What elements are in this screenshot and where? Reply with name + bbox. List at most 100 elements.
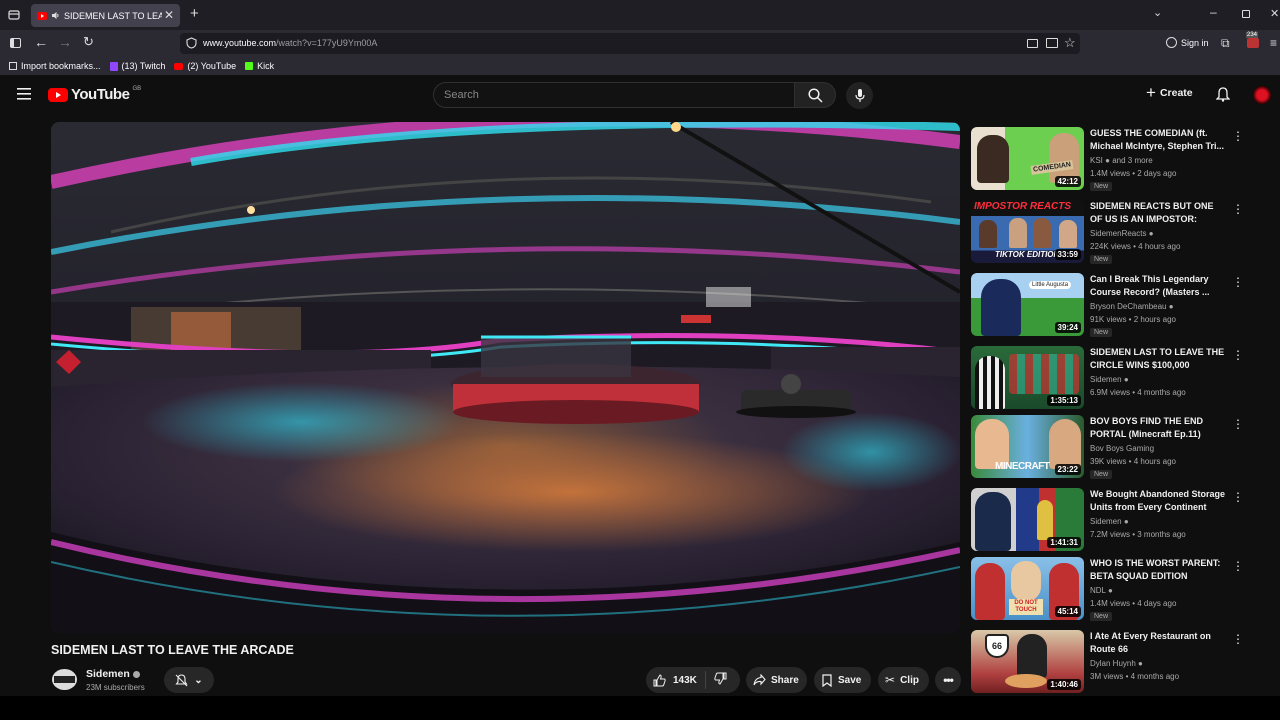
video-thumbnail[interactable]: COMEDIAN 42:12 bbox=[971, 127, 1084, 190]
more-vertical-icon[interactable]: ⋮ bbox=[1232, 559, 1244, 573]
new-tab-icon[interactable]: + bbox=[190, 5, 199, 22]
video-thumbnail[interactable]: 1:35:13 bbox=[971, 346, 1084, 409]
recommendation-title[interactable]: GUESS THE COMEDIAN (ft. Michael McIntyre… bbox=[1090, 127, 1225, 153]
channel-label: KSI bbox=[1090, 156, 1103, 165]
hamburger-menu-icon[interactable] bbox=[17, 87, 31, 105]
dislike-button[interactable] bbox=[706, 672, 727, 688]
reload-icon[interactable]: ↻ bbox=[83, 34, 94, 50]
more-vertical-icon[interactable]: ⋮ bbox=[1232, 490, 1244, 504]
recommendation-channel[interactable]: Bov Boys Gaming bbox=[1090, 444, 1154, 453]
video-thumbnail[interactable]: 1:41:31 bbox=[971, 488, 1084, 551]
sidebar-toggle-icon[interactable] bbox=[10, 38, 21, 48]
picture-in-picture-icon[interactable] bbox=[1046, 38, 1058, 48]
scissors-icon: ✂ bbox=[885, 673, 896, 687]
more-vertical-icon[interactable]: ⋮ bbox=[1232, 275, 1244, 289]
user-avatar[interactable] bbox=[1253, 86, 1271, 104]
video-thumbnail[interactable]: 66 1:40:46 bbox=[971, 630, 1084, 693]
tab-dropdown-icon[interactable]: ⌄ bbox=[1153, 6, 1162, 19]
channel-name[interactable]: Sidemen bbox=[86, 668, 140, 680]
recommendation-channel[interactable]: Sidemen ● bbox=[1090, 517, 1129, 526]
more-vertical-icon[interactable]: ⋮ bbox=[1232, 348, 1244, 362]
recommendation-meta: 7.2M views • 3 months ago bbox=[1090, 530, 1186, 539]
extension-badge-button[interactable]: 234 bbox=[1246, 32, 1260, 48]
recommendation-item[interactable]: 66 1:40:46 I Ate At Every Restaurant on … bbox=[971, 630, 1271, 694]
thumbnail-text: TIKTOK EDITION bbox=[995, 250, 1060, 259]
recommendation-meta: 1.4M views • 2 days ago bbox=[1090, 169, 1177, 178]
video-thumbnail[interactable]: Little Augusta 39:24 bbox=[971, 273, 1084, 336]
video-title: SIDEMEN LAST TO LEAVE THE ARCADE bbox=[51, 643, 294, 657]
thumbnail-crowd bbox=[1009, 354, 1079, 394]
import-icon bbox=[9, 62, 17, 70]
recommendation-channel[interactable]: Bryson DeChambeau ● bbox=[1090, 302, 1174, 311]
more-vertical-icon[interactable]: ⋮ bbox=[1232, 632, 1244, 646]
more-vertical-icon[interactable]: ⋮ bbox=[1232, 202, 1244, 216]
url-bar[interactable]: www.youtube.com/watch?v=177yU9Ym00A ☆ bbox=[180, 33, 1080, 54]
recommendation-channel[interactable]: Sidemen ● bbox=[1090, 375, 1129, 384]
bookmark-star-icon[interactable]: ☆ bbox=[1064, 35, 1076, 51]
share-button[interactable]: Share bbox=[746, 667, 807, 693]
sign-in-button[interactable]: Sign in bbox=[1166, 37, 1209, 48]
active-tab[interactable]: SIDEMEN LAST TO LEAVE THE ARCADE ✕ bbox=[31, 4, 180, 27]
recommendation-item[interactable]: DO NOT TOUCH 45:14 WHO IS THE WORST PARE… bbox=[971, 557, 1271, 621]
recommendation-title[interactable]: WHO IS THE WORST PARENT: BETA SQUAD EDIT… bbox=[1090, 557, 1225, 583]
route66-sign-icon: 66 bbox=[985, 634, 1009, 658]
tab-list-icon[interactable] bbox=[8, 9, 20, 21]
notifications-bell-icon[interactable] bbox=[1215, 87, 1231, 107]
maximize-icon[interactable] bbox=[1242, 10, 1250, 18]
site-info-icon[interactable] bbox=[186, 37, 197, 49]
recommendation-title[interactable]: SIDEMEN LAST TO LEAVE THE CIRCLE WINS $1… bbox=[1090, 346, 1225, 372]
recommendation-title[interactable]: I Ate At Every Restaurant on Route 66 bbox=[1090, 630, 1225, 656]
recommendation-channel[interactable]: SidemenReacts ● bbox=[1090, 229, 1154, 238]
bookmark-kick[interactable]: Kick bbox=[245, 61, 274, 71]
share-label: Share bbox=[771, 674, 799, 686]
create-button[interactable]: + Create bbox=[1146, 84, 1193, 101]
like-button[interactable]: 143K bbox=[646, 671, 706, 689]
recommendation-channel[interactable]: Dylan Huynh ● bbox=[1090, 659, 1143, 668]
search-button[interactable] bbox=[794, 82, 836, 108]
thumbnail-person bbox=[975, 563, 1005, 620]
bookmark-import[interactable]: Import bookmarks... bbox=[9, 61, 101, 71]
tab-close-icon[interactable]: ✕ bbox=[164, 8, 174, 22]
bookmark-youtube[interactable]: (2) YouTube bbox=[174, 61, 236, 71]
video-player[interactable] bbox=[51, 122, 960, 633]
recommendation-title[interactable]: We Bought Abandoned Storage Units from E… bbox=[1090, 488, 1225, 515]
save-label: Save bbox=[838, 674, 862, 686]
minimize-icon[interactable]: – bbox=[1210, 5, 1217, 19]
app-menu-icon[interactable]: ≡ bbox=[1270, 36, 1277, 50]
speaker-icon[interactable] bbox=[51, 11, 60, 20]
video-thumbnail[interactable]: MINECRAFT 23:22 bbox=[971, 415, 1084, 478]
recommendation-item[interactable]: 1:41:31 We Bought Abandoned Storage Unit… bbox=[971, 488, 1271, 552]
recommendation-item[interactable]: COMEDIAN 42:12 GUESS THE COMEDIAN (ft. M… bbox=[971, 127, 1271, 191]
search-input[interactable]: Search bbox=[433, 82, 795, 108]
thumbnail-person bbox=[1037, 500, 1053, 540]
video-thumbnail[interactable]: DO NOT TOUCH 45:14 bbox=[971, 557, 1084, 620]
more-actions-button[interactable]: ••• bbox=[935, 667, 961, 693]
clip-button[interactable]: ✂ Clip bbox=[878, 667, 929, 693]
forward-icon[interactable]: → bbox=[58, 34, 72, 50]
recommendation-title[interactable]: BOV BOYS FIND THE END PORTAL (Minecraft … bbox=[1090, 415, 1225, 441]
back-icon[interactable]: ← bbox=[34, 34, 48, 50]
recommendation-channel[interactable]: KSI ● and 3 more bbox=[1090, 156, 1153, 165]
recommendation-meta: 6.9M views • 4 months ago bbox=[1090, 388, 1186, 397]
thumbnail-person bbox=[975, 492, 1011, 551]
more-vertical-icon[interactable]: ⋮ bbox=[1232, 417, 1244, 431]
recommendation-item[interactable]: MINECRAFT 23:22 BOV BOYS FIND THE END PO… bbox=[971, 415, 1271, 479]
bookmark-label: (13) Twitch bbox=[121, 61, 166, 71]
video-thumbnail[interactable]: IMPOSTOR REACTS TIKTOK EDITION 33:59 bbox=[971, 200, 1084, 263]
bookmark-twitch[interactable]: (13) Twitch bbox=[109, 61, 166, 71]
recommendation-title[interactable]: Can I Break This Legendary Course Record… bbox=[1090, 273, 1225, 299]
recommendation-item[interactable]: 1:35:13 SIDEMEN LAST TO LEAVE THE CIRCLE… bbox=[971, 346, 1271, 410]
channel-avatar[interactable] bbox=[52, 669, 77, 690]
recommendation-channel[interactable]: NDL ● bbox=[1090, 586, 1113, 595]
more-vertical-icon[interactable]: ⋮ bbox=[1232, 129, 1244, 143]
extensions-icon[interactable]: ⧉ bbox=[1221, 36, 1230, 51]
recommendation-item[interactable]: IMPOSTOR REACTS TIKTOK EDITION 33:59 SID… bbox=[971, 200, 1271, 264]
save-button[interactable]: Save bbox=[814, 667, 871, 693]
recommendation-item[interactable]: Little Augusta 39:24 Can I Break This Le… bbox=[971, 273, 1271, 337]
reader-view-icon[interactable] bbox=[1027, 39, 1038, 48]
youtube-logo[interactable]: YouTube GB bbox=[48, 86, 141, 103]
close-window-icon[interactable]: ✕ bbox=[1270, 7, 1279, 20]
recommendation-title[interactable]: SIDEMEN REACTS BUT ONE OF US IS AN IMPOS… bbox=[1090, 200, 1225, 227]
voice-search-button[interactable] bbox=[846, 82, 873, 109]
subscribed-button[interactable]: ⌄ bbox=[164, 667, 214, 693]
